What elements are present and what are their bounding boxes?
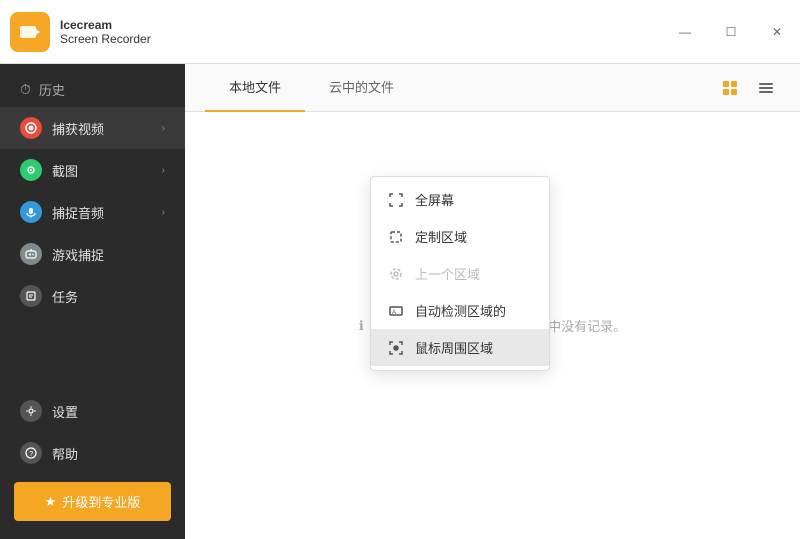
game-capture-icon (20, 243, 42, 265)
prev-area-label: 上一个区域 (415, 264, 480, 283)
star-icon: ★ (45, 494, 57, 510)
menu-item-custom-area[interactable]: 定制区域 (371, 218, 549, 255)
titlebar: Icecream Screen Recorder — ☐ ✕ (0, 0, 800, 64)
svg-text:A: A (392, 310, 396, 316)
tasks-label: 任务 (52, 287, 78, 306)
svg-text:?: ? (29, 451, 33, 458)
sidebar-item-settings[interactable]: 设置 (0, 390, 185, 432)
tab-actions (716, 74, 780, 102)
menu-item-auto-detect[interactable]: A 自动检测区域的 (371, 292, 549, 329)
main-layout: ⏱ 历史 捕获视频 › 截图 › (0, 64, 800, 539)
prev-area-icon (387, 265, 405, 283)
help-label: 帮助 (52, 444, 78, 463)
window-controls: — ☐ ✕ (662, 0, 800, 64)
content-area: 本地文件 云中的文件 (185, 64, 800, 539)
list-view-button[interactable] (752, 74, 780, 102)
sidebar: ⏱ 历史 捕获视频 › 截图 › (0, 64, 185, 539)
capture-video-icon (20, 117, 42, 139)
tasks-icon (20, 285, 42, 307)
sidebar-item-game-capture[interactable]: 游戏捕捉 (0, 233, 185, 275)
chevron-right-icon2: › (162, 165, 165, 176)
capture-audio-label: 捕捉音频 (52, 203, 104, 222)
sidebar-item-capture-video[interactable]: 捕获视频 › (0, 107, 185, 149)
fullscreen-icon (387, 191, 405, 209)
chevron-right-icon: › (162, 123, 165, 134)
app-name-top: Icecream (60, 18, 151, 32)
info-icon: ℹ (359, 318, 364, 334)
sidebar-item-capture-audio[interactable]: 捕捉音频 › (0, 191, 185, 233)
custom-area-icon (387, 228, 405, 246)
tab-local-files[interactable]: 本地文件 (205, 64, 305, 112)
capture-video-label: 捕获视频 (52, 119, 104, 138)
auto-detect-icon: A (387, 302, 405, 320)
menu-item-mouse-area[interactable]: 鼠标周围区域 (371, 329, 549, 366)
grid-view-button[interactable] (716, 74, 744, 102)
sidebar-history-label: ⏱ 历史 (0, 64, 185, 107)
menu-item-prev-area: 上一个区域 (371, 255, 549, 292)
settings-icon (20, 400, 42, 422)
tabs: 本地文件 云中的文件 (205, 64, 418, 112)
sidebar-item-help[interactable]: ? 帮助 (0, 432, 185, 474)
mouse-area-icon (387, 339, 405, 357)
fullscreen-label: 全屏幕 (415, 190, 454, 209)
sidebar-bottom: 设置 ? 帮助 ★ 升级到专业版 (0, 390, 185, 539)
tab-bar: 本地文件 云中的文件 (185, 64, 800, 112)
app-logo (10, 12, 50, 52)
sidebar-item-tasks[interactable]: 任务 (0, 275, 185, 317)
dropdown-menu: 全屏幕 定制区域 上一个区域 (370, 176, 550, 371)
minimize-button[interactable]: — (662, 16, 708, 48)
menu-item-fullscreen[interactable]: 全屏幕 (371, 181, 549, 218)
mouse-area-label: 鼠标周围区域 (415, 338, 493, 357)
chevron-right-icon3: › (162, 207, 165, 218)
capture-audio-icon (20, 201, 42, 223)
upgrade-label: 升级到专业版 (62, 492, 140, 511)
sidebar-item-screenshot[interactable]: 截图 › (0, 149, 185, 191)
tab-cloud-files[interactable]: 云中的文件 (305, 64, 418, 112)
settings-label: 设置 (52, 402, 78, 421)
clock-icon: ⏱ (20, 81, 31, 98)
game-capture-label: 游戏捕捉 (52, 245, 104, 264)
screenshot-label: 截图 (52, 161, 78, 180)
maximize-button[interactable]: ☐ (708, 16, 754, 48)
auto-detect-label: 自动检测区域的 (415, 301, 506, 320)
upgrade-button[interactable]: ★ 升级到专业版 (14, 482, 171, 521)
help-icon: ? (20, 442, 42, 464)
custom-area-label: 定制区域 (415, 227, 467, 246)
app-title: Icecream Screen Recorder (60, 18, 151, 46)
screenshot-icon (20, 159, 42, 181)
close-button[interactable]: ✕ (754, 16, 800, 48)
app-branding: Icecream Screen Recorder (0, 12, 151, 52)
app-name-bottom: Screen Recorder (60, 32, 151, 46)
